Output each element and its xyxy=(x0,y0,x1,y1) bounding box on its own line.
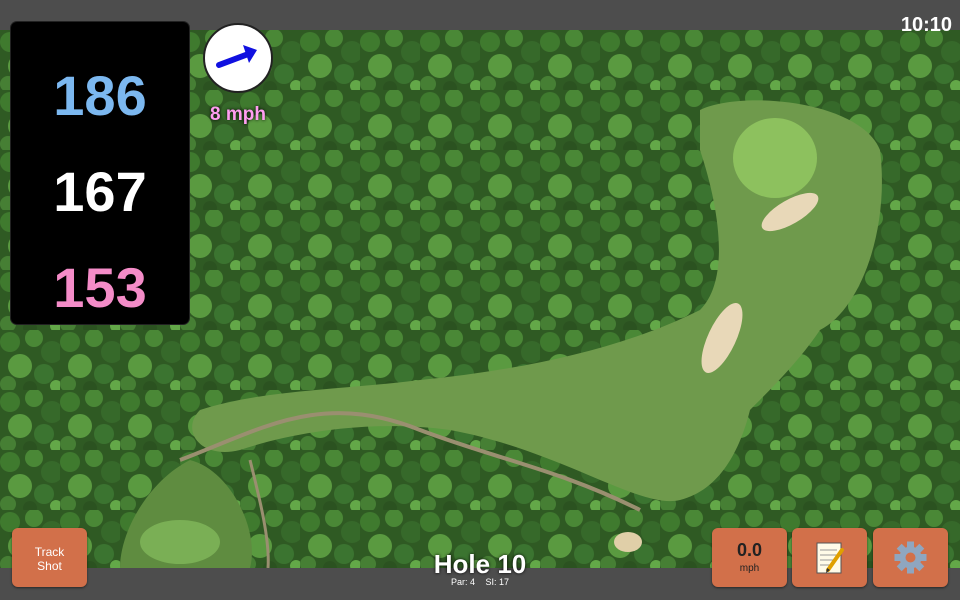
speed-unit: mph xyxy=(739,563,760,574)
wind-speed: 8 mph xyxy=(210,104,266,125)
track-shot-button[interactable]: Track Shot xyxy=(12,528,87,587)
wind-indicator xyxy=(203,23,273,93)
gear-icon xyxy=(894,541,927,574)
wind-arrow-icon xyxy=(216,45,257,68)
clock: 10:10 xyxy=(900,14,952,36)
green-lower xyxy=(140,520,220,564)
hole-stroke-index: SI: 17 xyxy=(485,577,510,587)
green xyxy=(733,118,817,198)
track-shot-label: Track Shot xyxy=(34,545,65,573)
middle-distance: 167 xyxy=(53,160,147,223)
speed-value: 0.0 xyxy=(736,540,763,560)
hole-title: Hole 10 xyxy=(433,549,527,579)
settings-button[interactable] xyxy=(873,528,948,587)
distance-panel: 186 167 153 xyxy=(11,22,189,324)
back-distance: 186 xyxy=(53,64,147,127)
bunker-lower xyxy=(614,532,642,552)
speed-button[interactable]: 0.0 mph xyxy=(712,528,787,587)
notepad-icon xyxy=(816,542,844,574)
notes-button[interactable] xyxy=(792,528,867,587)
hole-par: Par: 4 xyxy=(450,577,475,587)
front-distance: 153 xyxy=(53,256,147,319)
hole-info: Par: 4 SI: 17 xyxy=(380,577,580,587)
